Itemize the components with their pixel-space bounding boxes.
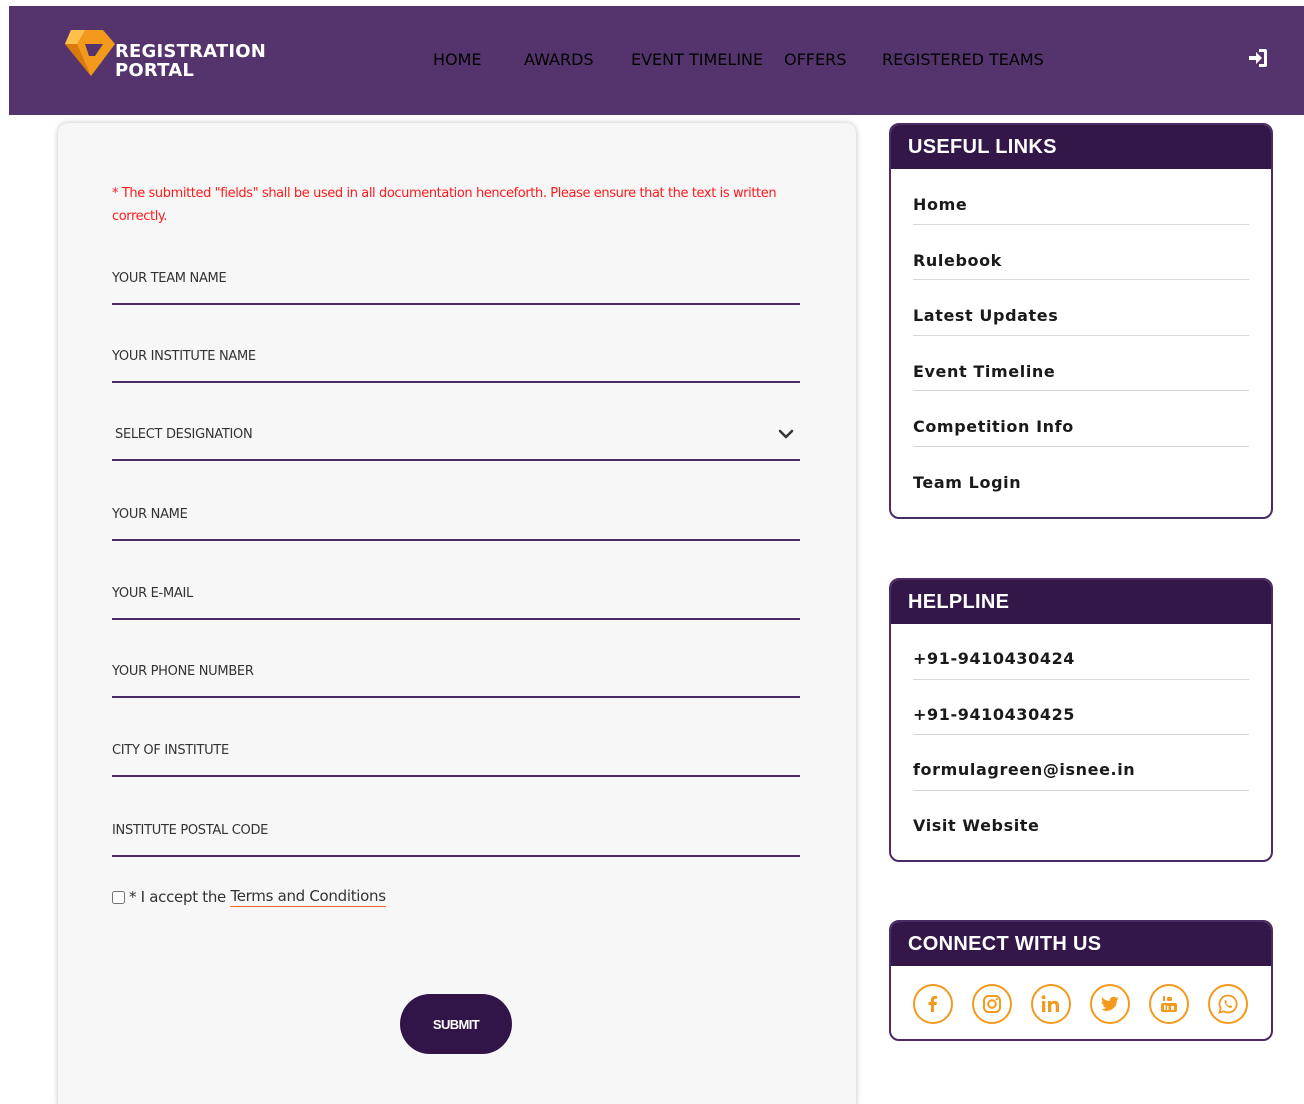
- your-name-field[interactable]: YOUR NAME: [112, 497, 800, 541]
- email-field[interactable]: YOUR E-MAIL: [112, 576, 800, 620]
- social-icons: [891, 966, 1271, 1024]
- terms-link[interactable]: Terms and Conditions: [230, 887, 386, 907]
- top-navbar: REGISTRATION PORTAL HOME AWARDS EVENT TI…: [9, 6, 1304, 115]
- useful-link-rulebook[interactable]: Rulebook: [913, 225, 1249, 280]
- helpline-phone-1[interactable]: +91-9410430424: [913, 624, 1249, 680]
- helpline-box: HELPLINE +91-9410430424 +91-9410430425 f…: [889, 578, 1273, 862]
- designation-select[interactable]: SELECT DESIGNATION: [112, 417, 800, 461]
- team-name-field[interactable]: YOUR TEAM NAME: [112, 261, 800, 305]
- sign-in-icon[interactable]: [1246, 46, 1270, 70]
- designation-label: SELECT DESIGNATION: [115, 427, 253, 442]
- terms-row: * I accept the Terms and Conditions: [112, 887, 386, 907]
- logo-icon[interactable]: [59, 24, 119, 84]
- postal-code-field[interactable]: INSTITUTE POSTAL CODE: [112, 813, 800, 857]
- institute-name-input[interactable]: [112, 339, 800, 381]
- your-name-input[interactable]: [112, 497, 800, 539]
- whatsapp-icon[interactable]: [1208, 984, 1248, 1024]
- useful-links-title: USEFUL LINKS: [891, 125, 1271, 169]
- twitter-icon[interactable]: [1090, 984, 1130, 1024]
- brand-line2: PORTAL: [115, 60, 195, 81]
- visit-website-link[interactable]: Visit Website: [913, 791, 1249, 847]
- nav-offers[interactable]: OFFERS: [784, 50, 846, 69]
- submit-button[interactable]: SUBMIT: [400, 994, 512, 1054]
- useful-link-competition-info[interactable]: Competition Info: [913, 391, 1249, 447]
- brand-line1: REGISTRATION: [115, 41, 267, 62]
- phone-field[interactable]: YOUR PHONE NUMBER: [112, 654, 800, 698]
- brand-name[interactable]: REGISTRATION PORTAL: [115, 42, 266, 80]
- postal-code-input[interactable]: [112, 813, 800, 855]
- nav-registered-teams[interactable]: REGISTERED TEAMS: [882, 50, 1044, 69]
- youtube-icon[interactable]: [1149, 984, 1189, 1024]
- useful-link-team-login[interactable]: Team Login: [913, 447, 1249, 503]
- helpline-phone-2[interactable]: +91-9410430425: [913, 680, 1249, 735]
- registration-form: * The submitted "fields" shall be used i…: [58, 123, 856, 1104]
- nav-home[interactable]: HOME: [433, 50, 482, 69]
- helpline-email[interactable]: formulagreen@isnee.in: [913, 735, 1249, 791]
- facebook-icon[interactable]: [913, 984, 953, 1024]
- city-field[interactable]: CITY OF INSTITUTE: [112, 733, 800, 777]
- instagram-icon[interactable]: [972, 984, 1012, 1024]
- useful-link-home[interactable]: Home: [913, 169, 1249, 225]
- nav-awards[interactable]: AWARDS: [524, 50, 594, 69]
- useful-links-box: USEFUL LINKS Home Rulebook Latest Update…: [889, 123, 1273, 519]
- institute-name-field[interactable]: YOUR INSTITUTE NAME: [112, 339, 800, 383]
- page: REGISTRATION PORTAL HOME AWARDS EVENT TI…: [0, 0, 1304, 1104]
- chevron-down-icon: [778, 429, 794, 439]
- linkedin-icon[interactable]: [1031, 984, 1071, 1024]
- useful-link-event-timeline[interactable]: Event Timeline: [913, 336, 1249, 391]
- useful-link-latest-updates[interactable]: Latest Updates: [913, 280, 1249, 336]
- team-name-input[interactable]: [112, 261, 800, 303]
- nav-event-timeline[interactable]: EVENT TIMELINE: [631, 50, 763, 69]
- terms-prefix: * I accept the: [129, 888, 226, 906]
- helpline-title: HELPLINE: [891, 580, 1271, 624]
- form-notice: * The submitted "fields" shall be used i…: [112, 186, 777, 224]
- phone-input[interactable]: [112, 654, 800, 696]
- terms-checkbox[interactable]: [112, 890, 125, 904]
- email-input[interactable]: [112, 576, 800, 618]
- connect-title: CONNECT WITH US: [891, 922, 1271, 966]
- city-input[interactable]: [112, 733, 800, 775]
- connect-box: CONNECT WITH US: [889, 920, 1273, 1041]
